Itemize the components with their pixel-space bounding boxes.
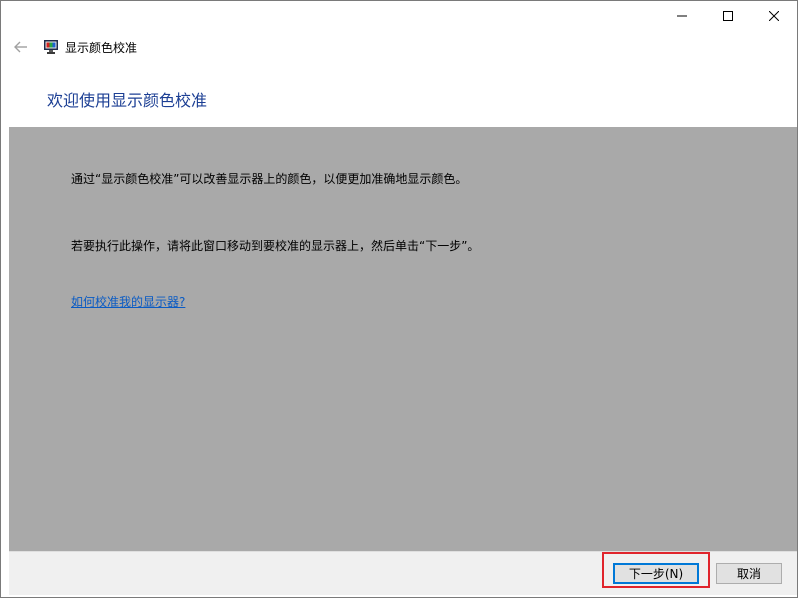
- next-button[interactable]: 下一步(N): [613, 563, 699, 584]
- back-arrow-icon: [14, 41, 27, 53]
- minimize-button[interactable]: [659, 1, 705, 31]
- close-icon: [769, 11, 779, 21]
- minimize-icon: [677, 15, 687, 17]
- page-title: 欢迎使用显示颜色校准: [47, 91, 208, 110]
- nav-bar: 显示颜色校准: [9, 35, 137, 59]
- caption-buttons: [659, 1, 797, 31]
- maximize-icon: [723, 11, 733, 21]
- window-title: 显示颜色校准: [65, 40, 138, 55]
- instruction-paragraph: 若要执行此操作，请将此窗口移动到要校准的显示器上，然后单击“下一步”。: [71, 239, 480, 253]
- dialog-window: 显示颜色校准 欢迎使用显示颜色校准 通过“显示颜色校准”可以改善显示器上的颜色，…: [0, 0, 798, 598]
- close-button[interactable]: [751, 1, 797, 31]
- button-bar: 下一步(N) 取消: [9, 551, 797, 595]
- content-area: 通过“显示颜色校准”可以改善显示器上的颜色，以便更加准确地显示颜色。 若要执行此…: [9, 127, 797, 551]
- cancel-button[interactable]: 取消: [716, 563, 782, 584]
- help-link[interactable]: 如何校准我的显示器?: [71, 293, 185, 310]
- back-button[interactable]: [9, 35, 33, 59]
- intro-paragraph: 通过“显示颜色校准”可以改善显示器上的颜色，以便更加准确地显示颜色。: [71, 172, 468, 186]
- monitor-icon: [43, 39, 59, 55]
- maximize-button[interactable]: [705, 1, 751, 31]
